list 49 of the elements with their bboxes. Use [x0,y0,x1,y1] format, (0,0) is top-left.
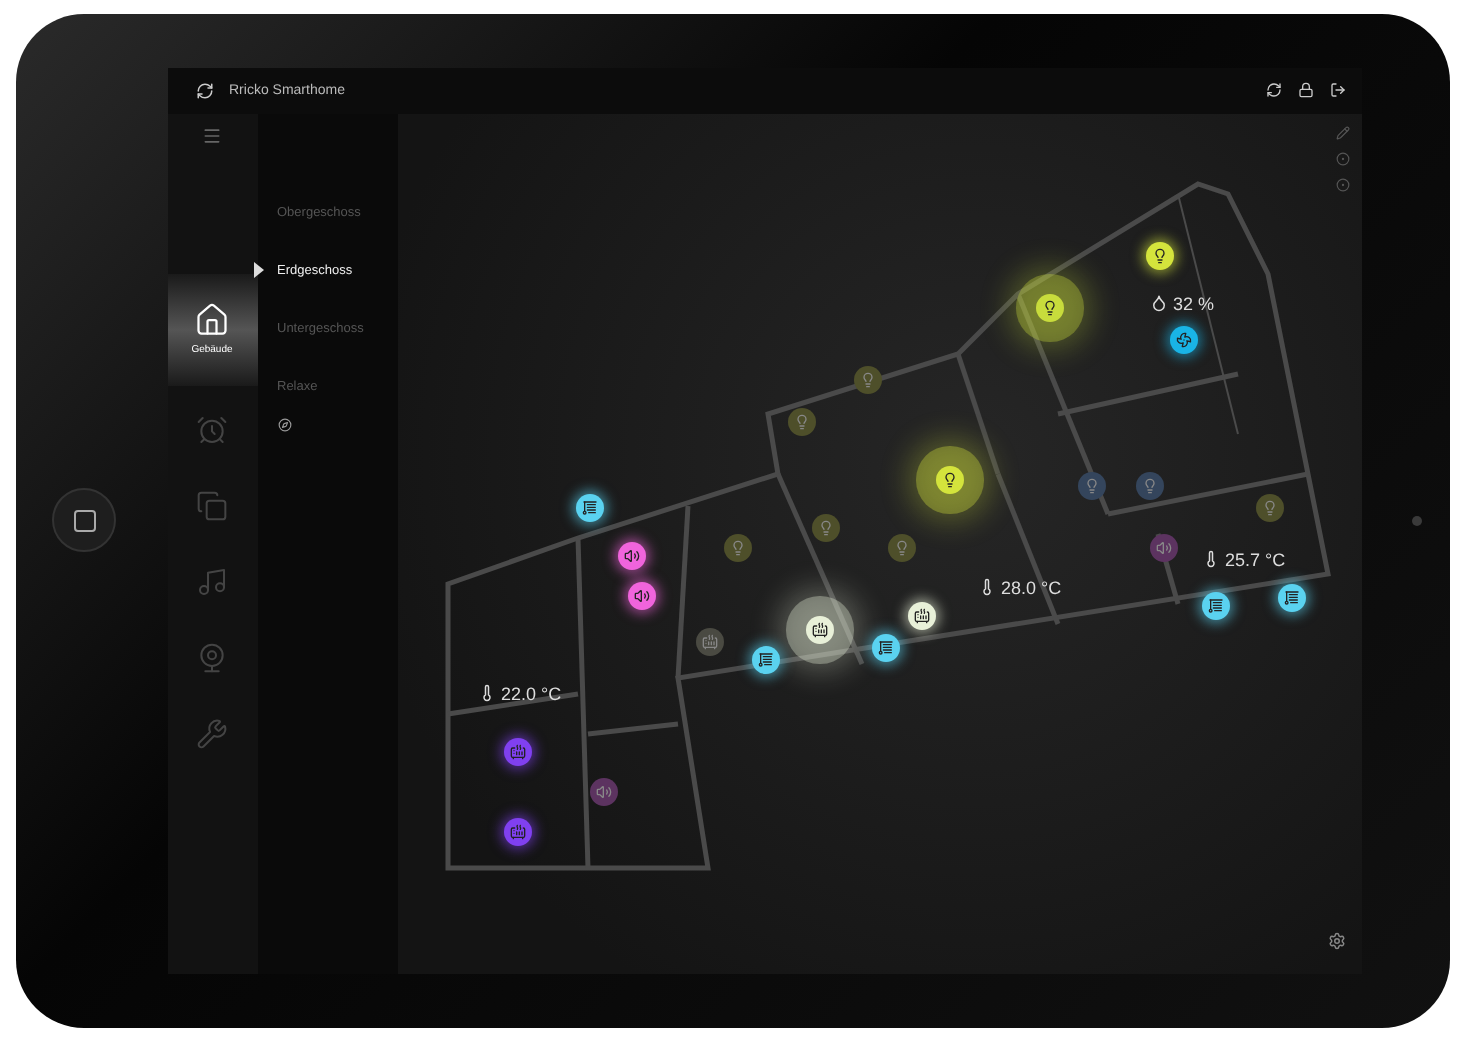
thermometer-icon [977,578,995,596]
blinds-icon[interactable] [1277,583,1305,611]
lightbulb-icon[interactable] [1145,241,1173,269]
lightbulb-icon[interactable] [787,407,815,435]
compass-icon[interactable] [277,417,291,431]
webcam-icon [196,641,228,673]
speaker-icon[interactable] [627,581,655,609]
camera-dot [1412,515,1422,525]
lightbulb-icon[interactable] [811,513,839,541]
sensor-reading: 25.7 °C [1225,549,1286,569]
speaker-icon[interactable] [1149,533,1177,561]
lightbulb-icon[interactable] [887,533,915,561]
refresh-icon[interactable] [195,81,213,99]
sensor-reading: 32 % [1173,293,1215,313]
fan-icon[interactable] [1169,325,1197,353]
lightbulb-icon[interactable] [853,365,881,393]
blinds-icon[interactable] [751,645,779,673]
menu-icon[interactable] [202,125,222,145]
dot-icon[interactable] [1335,177,1349,191]
blinds-icon[interactable] [575,493,603,521]
droplet-icon [1149,294,1167,312]
thermometer-icon [477,684,495,702]
logout-icon[interactable] [1329,82,1345,98]
settings-icon[interactable] [1327,931,1345,949]
home-button[interactable] [52,488,116,552]
heater-icon[interactable] [805,615,833,643]
sensor-reading: 22.0 °C [501,683,562,703]
house-icon [194,302,230,338]
lightbulb-icon[interactable] [723,533,751,561]
speaker-icon[interactable] [589,777,617,805]
lightbulb-icon[interactable] [1135,471,1163,499]
alarm-clock-icon [196,413,228,445]
pointer-icon [253,262,263,278]
dot-icon[interactable] [1335,151,1349,165]
sensor-reading: 28.0 °C [1001,577,1062,597]
blinds-icon[interactable] [1201,591,1229,619]
lightbulb-icon[interactable] [1035,293,1063,321]
heater-icon[interactable] [907,601,935,629]
blinds-icon[interactable] [871,633,899,661]
pages-icon [196,489,228,521]
lightbulb-icon[interactable] [1255,493,1283,521]
thermometer-icon [1201,550,1219,568]
speaker-icon[interactable] [617,541,645,569]
music-note-icon [196,565,228,597]
refresh-icon[interactable] [1265,82,1281,98]
lock-icon[interactable] [1297,82,1313,98]
wrench-icon [196,717,228,749]
lightbulb-icon[interactable] [1077,471,1105,499]
lightbulb-icon[interactable] [935,465,963,493]
